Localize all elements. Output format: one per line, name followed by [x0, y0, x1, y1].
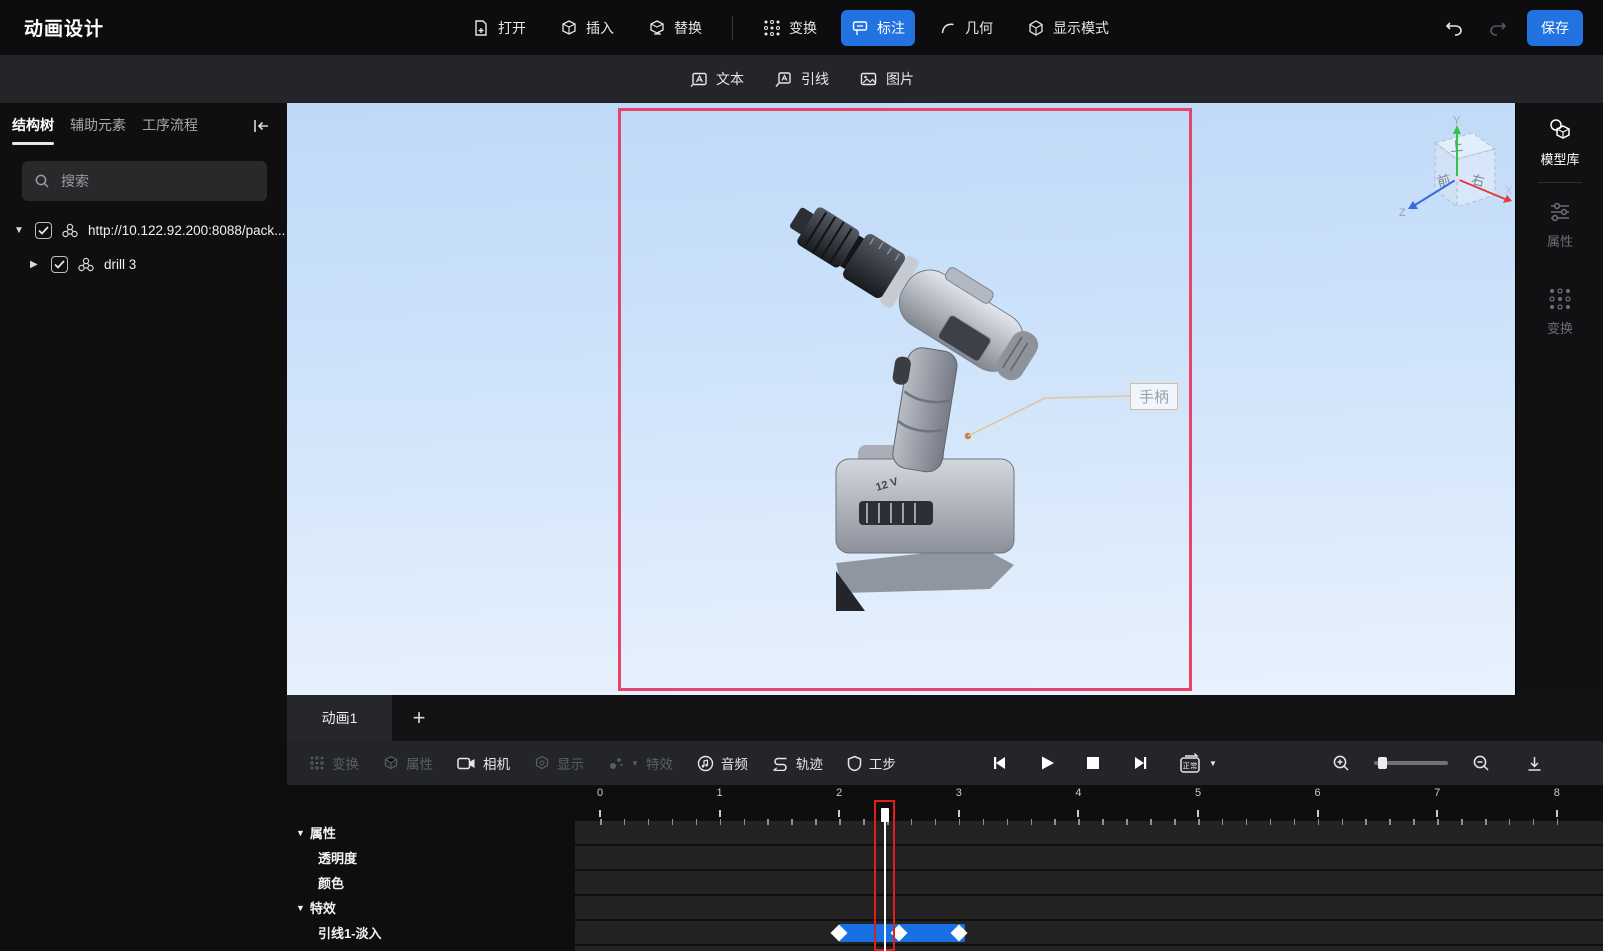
caret-down-icon[interactable]: ▼	[14, 225, 26, 236]
toolbar-divider	[732, 15, 733, 40]
collapse-panel-icon[interactable]	[251, 117, 271, 135]
viewport-3d[interactable]: 12 V 手柄 前 右 Y Z X	[287, 103, 1515, 695]
annotation-tag-icon	[851, 19, 869, 37]
tab-auxiliary-elements[interactable]: 辅助元素	[70, 115, 126, 145]
structure-panel: 结构树 辅助元素 工序流程 ▼ http://10.122.92.200:808…	[0, 103, 287, 695]
tree-item-package[interactable]: ▼ http://10.122.92.200:8088/pack...	[14, 222, 285, 239]
assembly-icon	[61, 222, 79, 239]
model-library-button[interactable]: 模型库	[1516, 103, 1603, 180]
top-toolbar: 动画设计 打开 插入 替换 变换 标注 几何 显示模式 保存	[0, 0, 1603, 55]
panel-tabs: 结构树 辅助元素 工序流程	[12, 115, 198, 145]
undo-button[interactable]	[1439, 13, 1469, 43]
search-box[interactable]	[22, 161, 267, 201]
display-mode-button[interactable]: 显示模式	[1017, 10, 1119, 46]
image-icon	[859, 70, 878, 89]
leader-line-icon	[774, 70, 793, 89]
properties-button[interactable]: 属性	[1516, 185, 1603, 262]
search-input[interactable]	[59, 172, 239, 190]
geometry-button[interactable]: 几何	[929, 10, 1003, 46]
tab-structure-tree[interactable]: 结构树	[12, 115, 54, 145]
axis-z-label: Z	[1399, 207, 1406, 219]
replace-button[interactable]: 替换	[638, 10, 712, 46]
timeline-panel: 动画1 + 变换 属性 相机 显示 ▼ 特效 音频 轨迹 工步 正常 ▼ ▼ 属…	[0, 695, 1603, 951]
app-window: 动画设计 打开 插入 替换 变换 标注 几何 显示模式 保存 文本 引线 图片 …	[0, 0, 1603, 951]
text-tool-button[interactable]: 文本	[689, 69, 744, 89]
keyframe-layer	[0, 695, 1603, 951]
transform-button[interactable]: 变换	[753, 10, 827, 46]
assembly-icon	[77, 256, 95, 273]
checkbox-checked-icon[interactable]	[51, 256, 68, 273]
app-title: 动画设计	[24, 19, 105, 40]
redo-button[interactable]	[1483, 13, 1513, 43]
annotation-handle-label[interactable]: 手柄	[1130, 383, 1178, 410]
caret-right-icon[interactable]: ▶	[30, 259, 42, 270]
dots-grid-icon	[1547, 286, 1573, 312]
cube-plus-icon	[560, 19, 578, 37]
leader-tool-button[interactable]: 引线	[774, 69, 829, 89]
top-toolbar-buttons: 打开 插入 替换 变换 标注 几何 显示模式	[462, 0, 1119, 55]
leader-line	[967, 395, 1131, 437]
arc-icon	[939, 19, 957, 37]
tab-process-flow[interactable]: 工序流程	[142, 115, 198, 145]
model-library-icon	[1547, 117, 1573, 143]
rail-separator	[1537, 182, 1582, 183]
tree-item-label: drill 3	[104, 257, 137, 272]
top-toolbar-right: 保存	[1439, 0, 1583, 55]
drill-model[interactable]: 12 V	[287, 103, 1515, 695]
dots-grid-icon	[763, 19, 781, 37]
tree-item-drill3[interactable]: ▶ drill 3	[30, 256, 136, 273]
transform-rail-button[interactable]: 变换	[1516, 272, 1603, 349]
image-tool-button[interactable]: 图片	[859, 69, 914, 89]
right-tool-rail: 模型库 属性 变换	[1515, 103, 1603, 695]
text-box-icon	[689, 70, 708, 89]
axis-x-label: X	[1505, 185, 1513, 197]
search-icon	[34, 173, 50, 189]
checkbox-checked-icon[interactable]	[35, 222, 52, 239]
save-button[interactable]: 保存	[1527, 9, 1583, 46]
navigation-cube[interactable]: 上 前 右 Y Z X	[1395, 115, 1515, 233]
cube-swap-icon	[648, 19, 666, 37]
cube-mode-icon	[1027, 19, 1045, 37]
open-button[interactable]: 打开	[462, 10, 536, 46]
annotation-button[interactable]: 标注	[841, 9, 915, 46]
annotation-subtoolbar: 文本 引线 图片	[0, 55, 1603, 103]
insert-button[interactable]: 插入	[550, 10, 624, 46]
document-plus-icon	[472, 19, 490, 37]
tree-item-label: http://10.122.92.200:8088/pack...	[88, 223, 286, 238]
axis-y-label: Y	[1453, 115, 1461, 127]
sliders-icon	[1547, 199, 1573, 225]
